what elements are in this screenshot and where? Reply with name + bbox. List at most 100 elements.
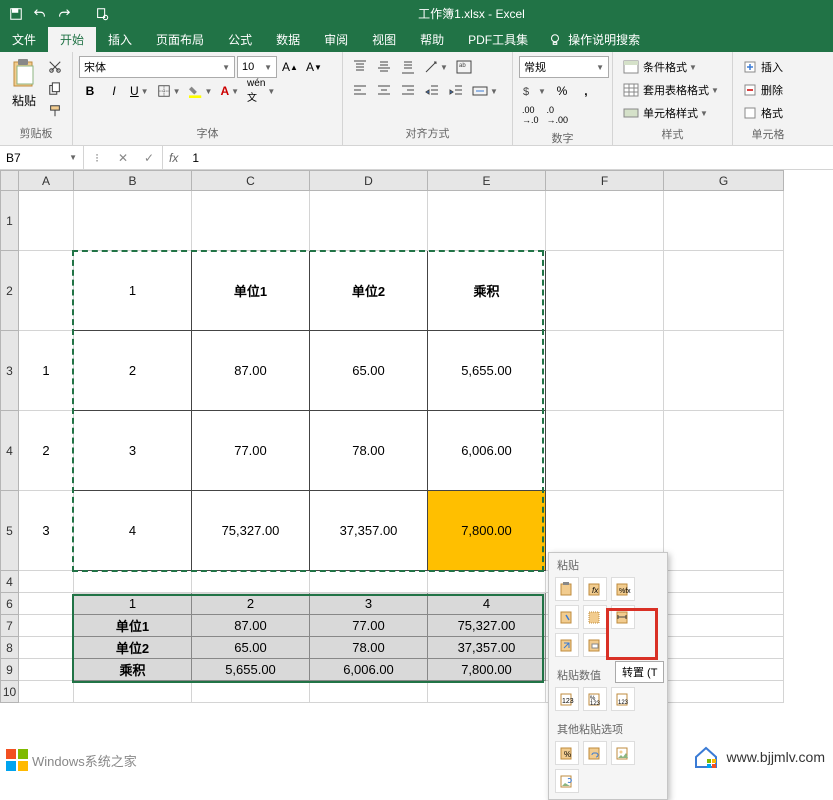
paste-transpose-icon[interactable]: [555, 633, 579, 657]
cell[interactable]: 87.00: [192, 331, 310, 411]
menu-file[interactable]: 文件: [0, 27, 48, 52]
delete-cells-button[interactable]: 删除: [739, 79, 787, 101]
cell[interactable]: [19, 681, 74, 703]
cell[interactable]: 75,327.00: [428, 615, 546, 637]
cell[interactable]: [546, 191, 664, 251]
menu-formulas[interactable]: 公式: [216, 27, 264, 52]
align-top-icon[interactable]: [349, 56, 371, 78]
cell[interactable]: 1: [74, 251, 192, 331]
name-box[interactable]: B7▼: [0, 146, 84, 169]
menu-view[interactable]: 视图: [360, 27, 408, 52]
cell[interactable]: 78.00: [310, 411, 428, 491]
row-head-4[interactable]: 4: [1, 411, 19, 491]
paste-picture-icon[interactable]: [611, 741, 635, 765]
font-color-button[interactable]: A▼: [217, 80, 242, 102]
cell[interactable]: [546, 251, 664, 331]
cell[interactable]: [74, 681, 192, 703]
cell[interactable]: [664, 593, 784, 615]
paste-button[interactable]: 粘贴: [6, 56, 42, 111]
row-head-6[interactable]: 4: [1, 571, 19, 593]
wrap-text-button[interactable]: ab: [453, 56, 475, 78]
row-head-8[interactable]: 7: [1, 615, 19, 637]
cell[interactable]: 4: [428, 593, 546, 615]
decrease-decimal-icon[interactable]: .0→.00: [544, 104, 572, 126]
tell-me[interactable]: 操作说明搜索: [540, 27, 648, 52]
cell[interactable]: [664, 615, 784, 637]
row-head-3[interactable]: 3: [1, 331, 19, 411]
cell[interactable]: [428, 681, 546, 703]
cell[interactable]: 单位1: [74, 615, 192, 637]
menu-review[interactable]: 审阅: [312, 27, 360, 52]
cell[interactable]: [19, 659, 74, 681]
paste-link-icon[interactable]: [583, 741, 607, 765]
cell[interactable]: [19, 191, 74, 251]
menu-help[interactable]: 帮助: [408, 27, 456, 52]
cell[interactable]: [664, 191, 784, 251]
conditional-format-button[interactable]: 条件格式▼: [619, 56, 723, 78]
save-icon[interactable]: [4, 2, 28, 26]
cell[interactable]: 单位2: [74, 637, 192, 659]
cell[interactable]: [19, 593, 74, 615]
font-size-combo[interactable]: 10▼: [237, 56, 277, 78]
percent-format-icon[interactable]: %: [551, 80, 573, 102]
align-left-icon[interactable]: [349, 80, 371, 102]
paste-no-border-icon[interactable]: [583, 605, 607, 629]
cell[interactable]: [664, 659, 784, 681]
cell[interactable]: [428, 571, 546, 593]
copy-icon[interactable]: [44, 78, 66, 100]
fill-color-button[interactable]: ▼: [186, 80, 216, 102]
cancel-icon[interactable]: ✕: [110, 146, 136, 169]
cell[interactable]: 5,655.00: [428, 331, 546, 411]
col-head-b[interactable]: B: [74, 171, 192, 191]
cell[interactable]: 78.00: [310, 637, 428, 659]
paste-formulas-fmt-icon[interactable]: %fx: [611, 577, 635, 601]
cell[interactable]: 65.00: [310, 331, 428, 411]
cell[interactable]: [664, 637, 784, 659]
cut-icon[interactable]: [44, 56, 66, 78]
paste-keep-source-icon[interactable]: [555, 605, 579, 629]
menu-pdf[interactable]: PDF工具集: [456, 27, 540, 52]
cell[interactable]: 3: [310, 593, 428, 615]
cell[interactable]: 2: [74, 331, 192, 411]
dropdown-icon[interactable]: ⁝: [84, 146, 110, 169]
bold-button[interactable]: B: [79, 80, 101, 102]
undo-icon[interactable]: [28, 2, 52, 26]
cell[interactable]: [546, 331, 664, 411]
table-format-button[interactable]: 套用表格格式▼: [619, 79, 723, 101]
cell[interactable]: [19, 637, 74, 659]
cell[interactable]: 37,357.00: [428, 637, 546, 659]
cell[interactable]: [74, 191, 192, 251]
accounting-format-icon[interactable]: $▼: [519, 80, 549, 102]
cell[interactable]: 5,655.00: [192, 659, 310, 681]
cell[interactable]: 3: [19, 491, 74, 571]
cell-styles-button[interactable]: 单元格样式▼: [619, 102, 723, 124]
orientation-icon[interactable]: ▼: [421, 56, 451, 78]
align-center-icon[interactable]: [373, 80, 395, 102]
cell[interactable]: 6,006.00: [310, 659, 428, 681]
paste-values-fmt-icon[interactable]: %123: [583, 687, 607, 711]
cell-highlighted[interactable]: 7,800.00: [428, 491, 546, 571]
comma-format-icon[interactable]: ,: [575, 80, 597, 102]
paste-col-width-icon[interactable]: [611, 605, 635, 629]
redo-icon[interactable]: [52, 2, 76, 26]
increase-indent-icon[interactable]: [445, 80, 467, 102]
cell[interactable]: [664, 331, 784, 411]
cell[interactable]: 乘积: [428, 251, 546, 331]
cell[interactable]: 乘积: [74, 659, 192, 681]
cell[interactable]: [310, 571, 428, 593]
paste-linked-picture-icon[interactable]: [555, 769, 579, 793]
cell[interactable]: 65.00: [192, 637, 310, 659]
cell[interactable]: 7,800.00: [428, 659, 546, 681]
cell[interactable]: 75,327.00: [192, 491, 310, 571]
cell[interactable]: 1: [19, 331, 74, 411]
cell[interactable]: [664, 571, 784, 593]
paste-merge-icon[interactable]: [583, 633, 607, 657]
cell[interactable]: 37,357.00: [310, 491, 428, 571]
cell[interactable]: [19, 571, 74, 593]
menu-layout[interactable]: 页面布局: [144, 27, 216, 52]
menu-home[interactable]: 开始: [48, 27, 96, 52]
paste-formulas-icon[interactable]: fx: [583, 577, 607, 601]
paste-formatting-icon[interactable]: %: [555, 741, 579, 765]
font-family-combo[interactable]: 宋体▼: [79, 56, 235, 78]
format-cells-button[interactable]: 格式: [739, 102, 787, 124]
